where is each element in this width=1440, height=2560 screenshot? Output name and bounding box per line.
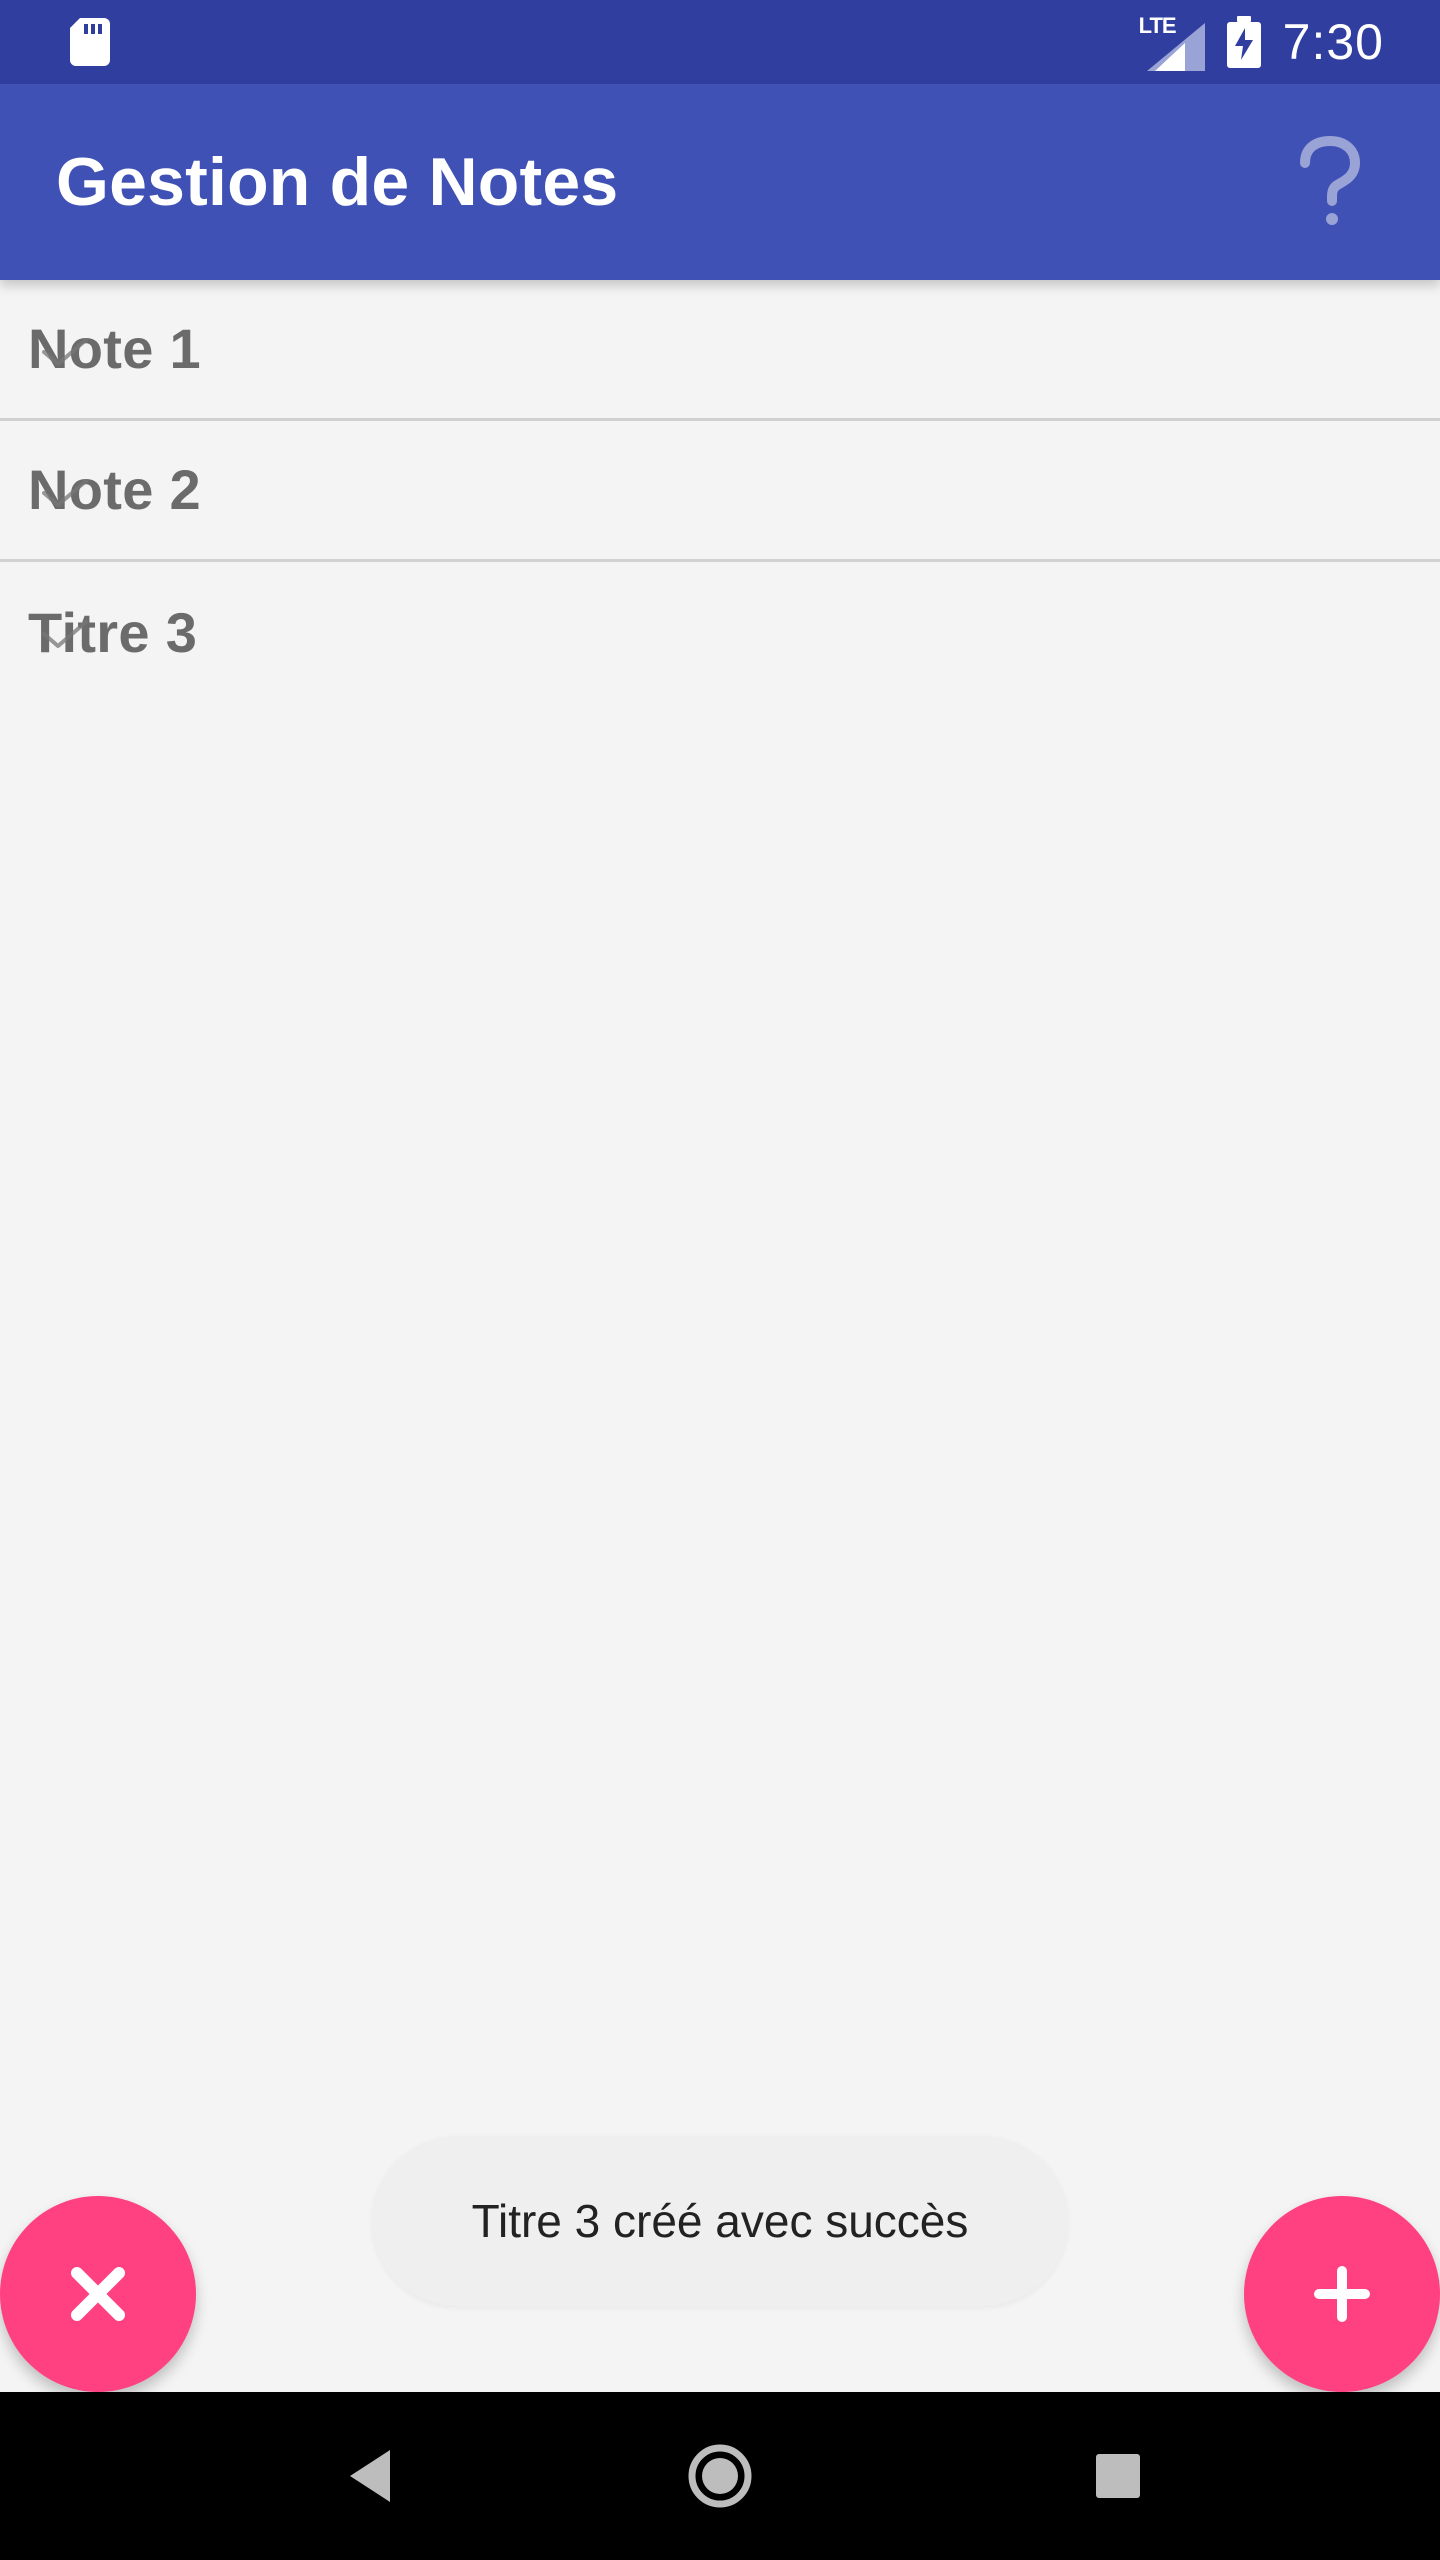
toast: Titre 3 créé avec succès [372, 2136, 1068, 2306]
app-title: Gestion de Notes [56, 144, 619, 220]
home-button[interactable] [630, 2392, 810, 2560]
note-item[interactable]: Note 2 [0, 421, 1440, 562]
toast-message: Titre 3 créé avec succès [471, 2195, 969, 2247]
add-note-fab-button[interactable] [1244, 2196, 1440, 2392]
navigation-bar [0, 2392, 1440, 2560]
note-item[interactable]: Titre 3 [0, 562, 1440, 703]
check-icon [42, 338, 88, 366]
check-icon [42, 479, 88, 507]
notes-list: Note 1 Note 2 Titre 3 [0, 280, 1440, 703]
close-icon [71, 2267, 125, 2321]
back-icon [350, 2450, 390, 2502]
clock: 7:30 [1282, 14, 1384, 70]
check-icon [42, 620, 88, 648]
recents-button[interactable] [1028, 2392, 1208, 2560]
plus-icon [1314, 2266, 1370, 2322]
app-bar: Gestion de Notes [0, 84, 1440, 280]
status-indicators: LTE 7:30 [1139, 10, 1384, 74]
sd-card-icon [70, 18, 110, 66]
help-question-icon [1300, 136, 1360, 225]
help-button[interactable] [1278, 130, 1382, 234]
signal-icon: LTE [1139, 13, 1205, 71]
back-button[interactable] [280, 2392, 460, 2560]
status-bar: LTE 7:30 [0, 0, 1440, 84]
delete-fab-button[interactable] [0, 2196, 196, 2392]
home-icon [688, 2444, 752, 2508]
note-item[interactable]: Note 1 [0, 280, 1440, 421]
recents-icon [1096, 2454, 1140, 2498]
battery-charging-icon [1226, 16, 1261, 68]
